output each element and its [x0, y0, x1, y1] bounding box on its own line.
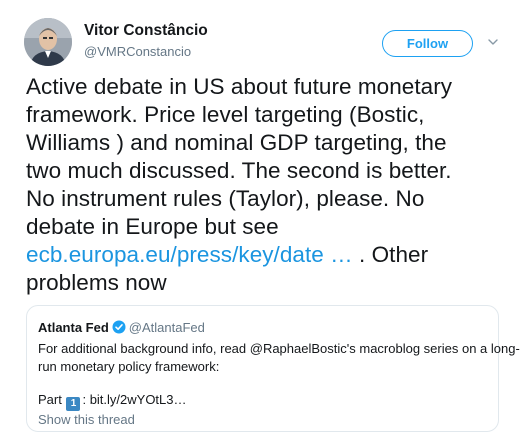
follow-button[interactable]: Follow: [382, 30, 473, 57]
quoted-part-line: Part 1: bit.ly/2wYOtL3…: [38, 392, 187, 411]
verified-badge-icon: [112, 320, 126, 337]
tweet-card: Vitor Constâncio @VMRConstancio Follow A…: [0, 0, 525, 441]
quoted-text-line: run monetary policy framework:: [38, 359, 220, 374]
quoted-part-label: Part: [38, 392, 62, 407]
tweet-text-fragment: . Other: [352, 242, 429, 267]
chevron-down-icon[interactable]: [486, 35, 500, 49]
tweet-link[interactable]: ecb.europa.eu/press/key/date …: [26, 242, 353, 267]
tweet-text-line: No instrument rules (Taylor), please. No: [26, 186, 425, 211]
tweet-text: Active debate in US about future monetar…: [26, 73, 516, 297]
quoted-author-name: Atlanta Fed: [38, 320, 109, 335]
quoted-text-line: For additional background info, read @Ra…: [38, 341, 520, 356]
tweet-text-line: problems now: [26, 270, 167, 295]
tweet-text-line: framework. Price level targeting (Bostic…: [26, 102, 425, 127]
quoted-author-handle: @AtlantaFed: [128, 320, 205, 335]
keycap-1-emoji: 1: [66, 397, 81, 411]
show-thread-link[interactable]: Show this thread: [38, 412, 135, 427]
tweet-text-line: Williams ) and nominal GDP targeting, th…: [26, 130, 447, 155]
tweet-text-line: Active debate in US about future monetar…: [26, 74, 453, 99]
author-name[interactable]: Vitor Constâncio: [84, 22, 208, 40]
avatar-image: [24, 18, 72, 66]
tweet-text-line: ecb.europa.eu/press/key/date … . Other: [26, 241, 516, 269]
tweet-text-line: two much discussed. The second is better…: [26, 158, 452, 183]
avatar[interactable]: [24, 18, 72, 66]
tweet-text-line: debate in Europe but see: [26, 214, 279, 239]
quoted-tweet-text: For additional background info, read @Ra…: [38, 340, 520, 376]
quoted-tweet[interactable]: Atlanta Fed @AtlantaFed For additional ba…: [26, 305, 520, 432]
quoted-tweet-header: Atlanta Fed @AtlantaFed: [38, 320, 205, 337]
author-handle[interactable]: @VMRConstancio: [84, 44, 191, 59]
quoted-part-link[interactable]: : bit.ly/2wYOtL3…: [82, 392, 186, 407]
